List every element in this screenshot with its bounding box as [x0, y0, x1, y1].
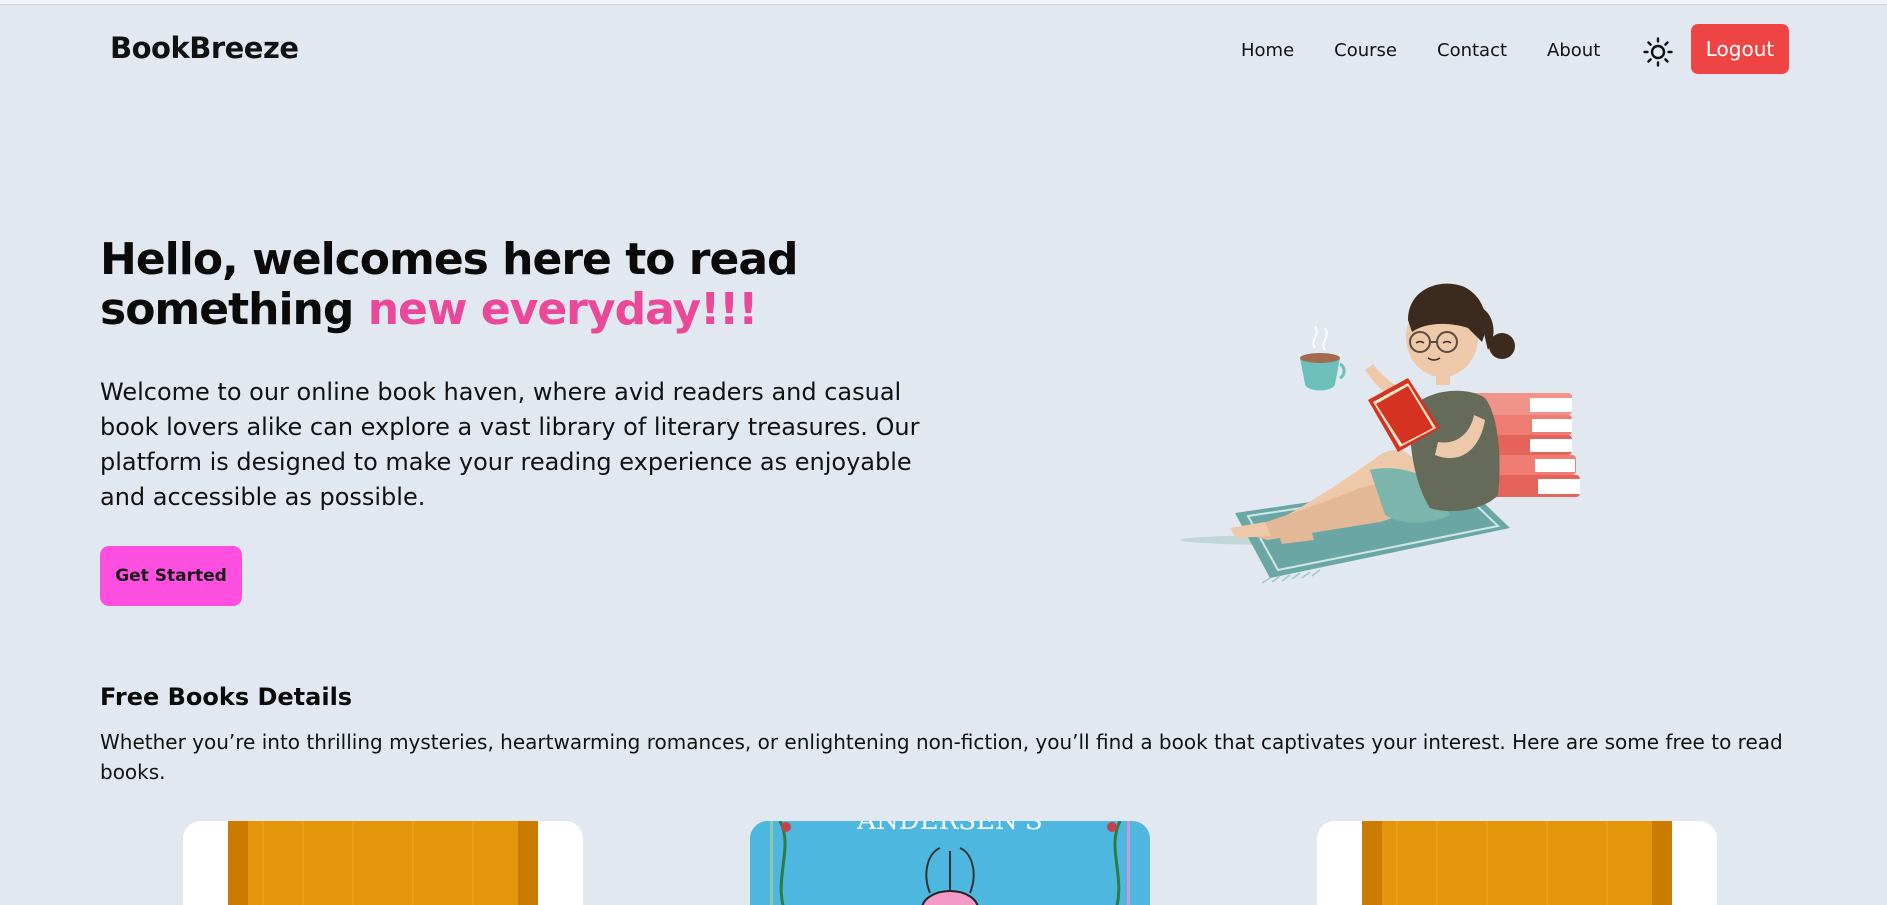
hero-title: Hello, welcomes here to read something n… — [100, 235, 820, 335]
get-started-button[interactable]: Get Started — [100, 546, 242, 606]
woman-reading-book-illustration — [1090, 270, 1630, 590]
card-cover-title: ANDERSEN'S — [856, 821, 1042, 836]
orange-book-cover — [1317, 821, 1717, 905]
nav-link-home[interactable]: Home — [1241, 40, 1294, 61]
hero-title-highlight: new everyday!!! — [367, 284, 759, 335]
free-books-title: Free Books Details — [100, 683, 353, 711]
nav-link-contact[interactable]: Contact — [1437, 40, 1507, 61]
nav-links: Home Course Contact About — [1241, 40, 1600, 61]
free-books-description: Whether you’re into thrilling mysteries,… — [100, 730, 1783, 784]
book-card[interactable] — [1317, 821, 1717, 905]
nav-link-about[interactable]: About — [1547, 40, 1600, 61]
nav-link-course[interactable]: Course — [1334, 40, 1397, 61]
book-card[interactable] — [183, 821, 583, 905]
hero-description: Welcome to our online book haven, where … — [100, 378, 920, 511]
sun-icon[interactable] — [1643, 37, 1673, 67]
orange-book-cover — [183, 821, 583, 905]
andersen-fairy-tales-cover: ANDERSEN'S — [750, 821, 1150, 905]
book-card[interactable]: ANDERSEN'S — [750, 821, 1150, 905]
logout-button[interactable]: Logout — [1691, 24, 1789, 74]
hero-title-line2: something — [100, 284, 368, 335]
brand-logo[interactable]: BookBreeze — [110, 31, 299, 65]
hero-title-line1: Hello, welcomes here to read — [100, 234, 799, 285]
navbar: BookBreeze Home Course Contact About Log… — [0, 5, 1887, 93]
